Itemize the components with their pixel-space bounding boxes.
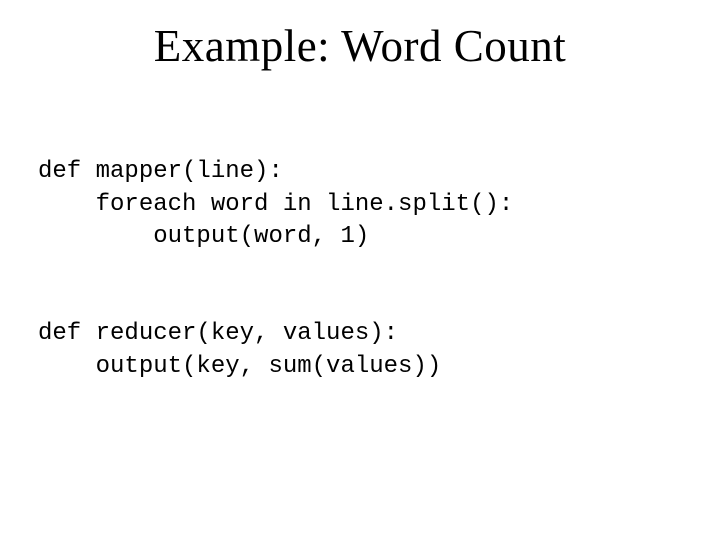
code-line: output(key, sum(values)) — [38, 353, 441, 380]
code-line: output(word, 1) — [38, 223, 369, 250]
slide-title: Example: Word Count — [38, 20, 682, 72]
code-line: foreach word in line.split(): — [38, 191, 513, 218]
code-block: def mapper(line): foreach word in line.s… — [38, 124, 682, 416]
slide-container: Example: Word Count def mapper(line): fo… — [0, 0, 720, 540]
code-line: def reducer(key, values): — [38, 320, 398, 347]
code-line: def mapper(line): — [38, 158, 283, 185]
